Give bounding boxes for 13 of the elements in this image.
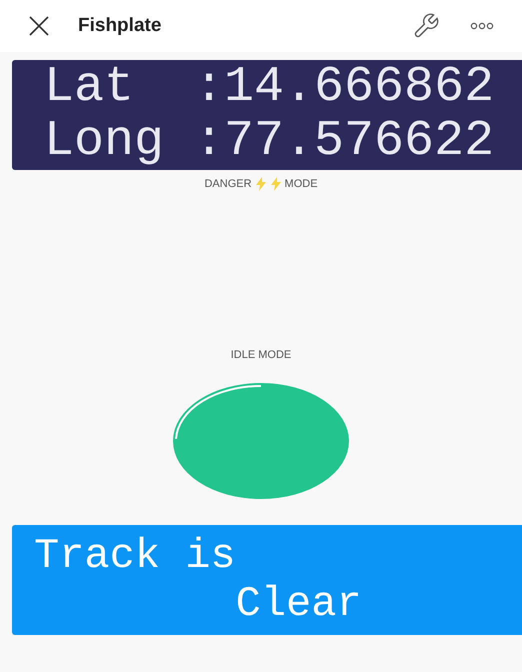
lightning-icon bbox=[254, 177, 267, 192]
led-label: DANGER bbox=[204, 177, 252, 192]
lcd-text: Clear bbox=[234, 580, 362, 628]
wrench-icon[interactable] bbox=[412, 12, 440, 40]
close-icon[interactable] bbox=[28, 15, 50, 37]
led-label: IDLE MODE bbox=[230, 348, 292, 362]
lightning-icon bbox=[270, 177, 282, 192]
app-title: Fishplate bbox=[78, 14, 162, 38]
lcd-text: Long :77.576622 bbox=[44, 115, 494, 169]
lcd-text: Track is bbox=[34, 532, 236, 580]
more-icon[interactable] bbox=[470, 22, 494, 30]
lcd-text: Lat :14.666862 bbox=[44, 61, 494, 115]
led-label: MODE bbox=[284, 177, 318, 192]
